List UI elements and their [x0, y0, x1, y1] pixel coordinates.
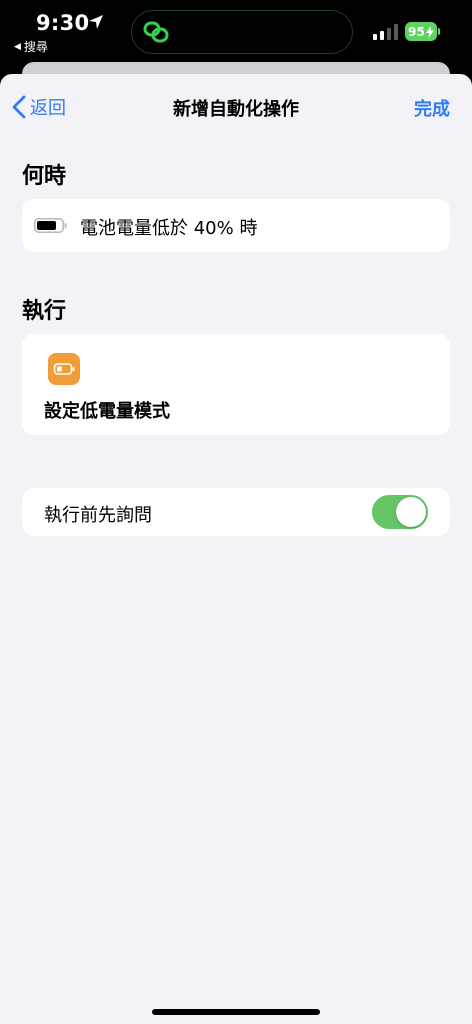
back-triangle-icon: ◀: [14, 41, 21, 52]
cellular-signal-icon: [373, 24, 398, 40]
automation-sheet: 返回 新增自動化操作 完成 何時 電池電量低於 40% 時 執行 設定低電量模式…: [0, 74, 472, 1024]
ask-before-running-toggle[interactable]: [372, 495, 428, 529]
battery-glyph-icon: [53, 363, 75, 375]
back-app-label: 搜尋: [23, 40, 48, 54]
battery-icon: [34, 218, 67, 233]
link-rings-icon: [143, 21, 169, 43]
action-label: 設定低電量模式: [44, 401, 170, 422]
location-arrow-icon: [89, 15, 103, 29]
done-button[interactable]: 完成: [414, 95, 450, 121]
ask-before-running-row: 執行前先詢問: [22, 488, 450, 536]
toggle-knob: [396, 497, 426, 527]
trigger-card[interactable]: 電池電量低於 40% 時: [22, 199, 450, 252]
ask-before-running-label: 執行前先詢問: [44, 505, 152, 526]
battery-nub: [438, 28, 440, 35]
do-heading: 執行: [22, 299, 67, 324]
charging-bolt-icon: [425, 25, 434, 38]
battery-level: 95: [408, 24, 425, 39]
action-card[interactable]: 設定低電量模式: [22, 334, 450, 435]
when-heading: 何時: [22, 164, 67, 189]
page-title: 新增自動化操作: [173, 99, 299, 120]
navigation-bar: 返回 新增自動化操作 完成: [0, 74, 472, 138]
trigger-text: 電池電量低於 40% 時: [80, 218, 258, 239]
low-power-battery-icon: [48, 353, 80, 385]
dynamic-island[interactable]: [131, 10, 353, 54]
status-time: 9:30: [36, 11, 90, 35]
home-indicator[interactable]: [152, 1009, 320, 1015]
back-to-app-link[interactable]: ◀ 搜尋: [14, 38, 48, 55]
battery-indicator: 95: [405, 22, 437, 41]
